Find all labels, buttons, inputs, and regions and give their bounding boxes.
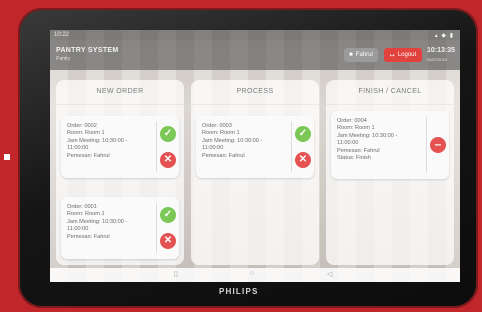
user-icon: ■ — [349, 52, 353, 58]
column-process: PROCESS Order: 0003 Room: Room 1 Jam Mee… — [191, 80, 319, 265]
back-button[interactable]: ◁ — [327, 270, 332, 278]
order-meeting-time: Jam Meeting: 10:30:00 - 11:00:00 — [67, 137, 128, 152]
close-icon[interactable]: ✕ — [160, 233, 176, 249]
order-number: Order: 0004 — [337, 118, 367, 124]
order-status: Status: Finish — [337, 155, 371, 162]
order-room: Room: Room 1 — [67, 211, 105, 218]
status-bar: 10:22 ▴ ◆ ▮ — [50, 30, 460, 40]
home-button[interactable]: ○ — [250, 270, 254, 277]
logout-button[interactable]: ↦ Logout — [384, 48, 422, 62]
column-title: NEW ORDER — [56, 80, 184, 105]
close-icon[interactable]: ✕ — [160, 152, 176, 168]
order-card: Order: 0001 Room: Room 1 Jam Meeting: 10… — [61, 197, 179, 259]
background-marker — [4, 154, 10, 160]
column-finish-cancel: FINISH / CANCEL Order: 0004 Room: Room 1… — [326, 80, 454, 265]
card-divider — [426, 117, 427, 173]
status-icons: ▴ ◆ ▮ — [434, 33, 454, 39]
app-subtitle: Pantry — [56, 56, 71, 62]
card-divider — [156, 122, 157, 172]
app-title: PANTRY SYSTEM — [56, 47, 119, 54]
check-icon[interactable]: ✓ — [160, 207, 176, 223]
check-icon[interactable]: ✓ — [160, 126, 176, 142]
order-number: Order: 0001 — [67, 204, 97, 210]
order-number: Order: 0003 — [202, 123, 232, 129]
card-divider — [156, 203, 157, 253]
user-button-label: Fahrul — [355, 52, 373, 58]
minus-icon[interactable]: – — [430, 137, 446, 153]
order-requester: Pemesan: Fahrul — [202, 152, 245, 159]
order-card: Order: 0002 Room: Room 1 Jam Meeting: 10… — [61, 116, 179, 178]
logout-button-label: Logout — [397, 52, 417, 58]
card-divider — [291, 122, 292, 172]
order-meeting-time: Jam Meeting: 10:30:00 - 11:00:00 — [67, 218, 128, 233]
clock: 10:13:35 — [427, 47, 456, 54]
order-meeting-time: Jam Meeting: 10:30:00 - 11:00:00 — [202, 137, 263, 152]
order-number: Order: 0002 — [67, 123, 97, 129]
order-room: Room: Room 1 — [67, 130, 105, 137]
order-card: Order: 0003 Room: Room 1 Jam Meeting: 10… — [196, 116, 314, 178]
recent-apps-button[interactable]: ▯ — [174, 270, 178, 278]
app-header: PANTRY SYSTEM Pantry ■ Fahrul ↦ Logout 1… — [50, 40, 460, 70]
order-requester: Pemesan: Fahrul — [337, 147, 380, 154]
order-requester: Pemesan: Fahrul — [67, 152, 110, 159]
order-meeting-time: Jam Meeting: 10:30:00 - 11:00:00 — [337, 132, 398, 147]
column-title: FINISH / CANCEL — [326, 80, 454, 105]
order-room: Room: Room 1 — [337, 125, 375, 132]
user-button[interactable]: ■ Fahrul — [344, 48, 378, 62]
status-time: 10:22 — [54, 32, 70, 38]
logout-icon: ↦ — [389, 52, 395, 59]
order-card: Order: 0004 Room: Room 1 Jam Meeting: 10… — [331, 111, 449, 179]
order-room: Room: Room 1 — [202, 130, 240, 137]
date: 06/07/2023 — [427, 57, 448, 62]
device-brand-logo: PHILIPS — [219, 287, 259, 296]
column-title: PROCESS — [191, 80, 319, 105]
column-new-order: NEW ORDER Order: 0002 Room: Room 1 Jam M… — [56, 80, 184, 265]
order-requester: Pemesan: Fahrul — [67, 233, 110, 240]
tablet-screen: 10:22 ▴ ◆ ▮ PANTRY SYSTEM Pantry ■ Fahru… — [50, 30, 460, 282]
check-icon[interactable]: ✓ — [295, 126, 311, 142]
close-icon[interactable]: ✕ — [295, 152, 311, 168]
android-nav-bar: ▯ ○ ◁ — [50, 268, 460, 282]
